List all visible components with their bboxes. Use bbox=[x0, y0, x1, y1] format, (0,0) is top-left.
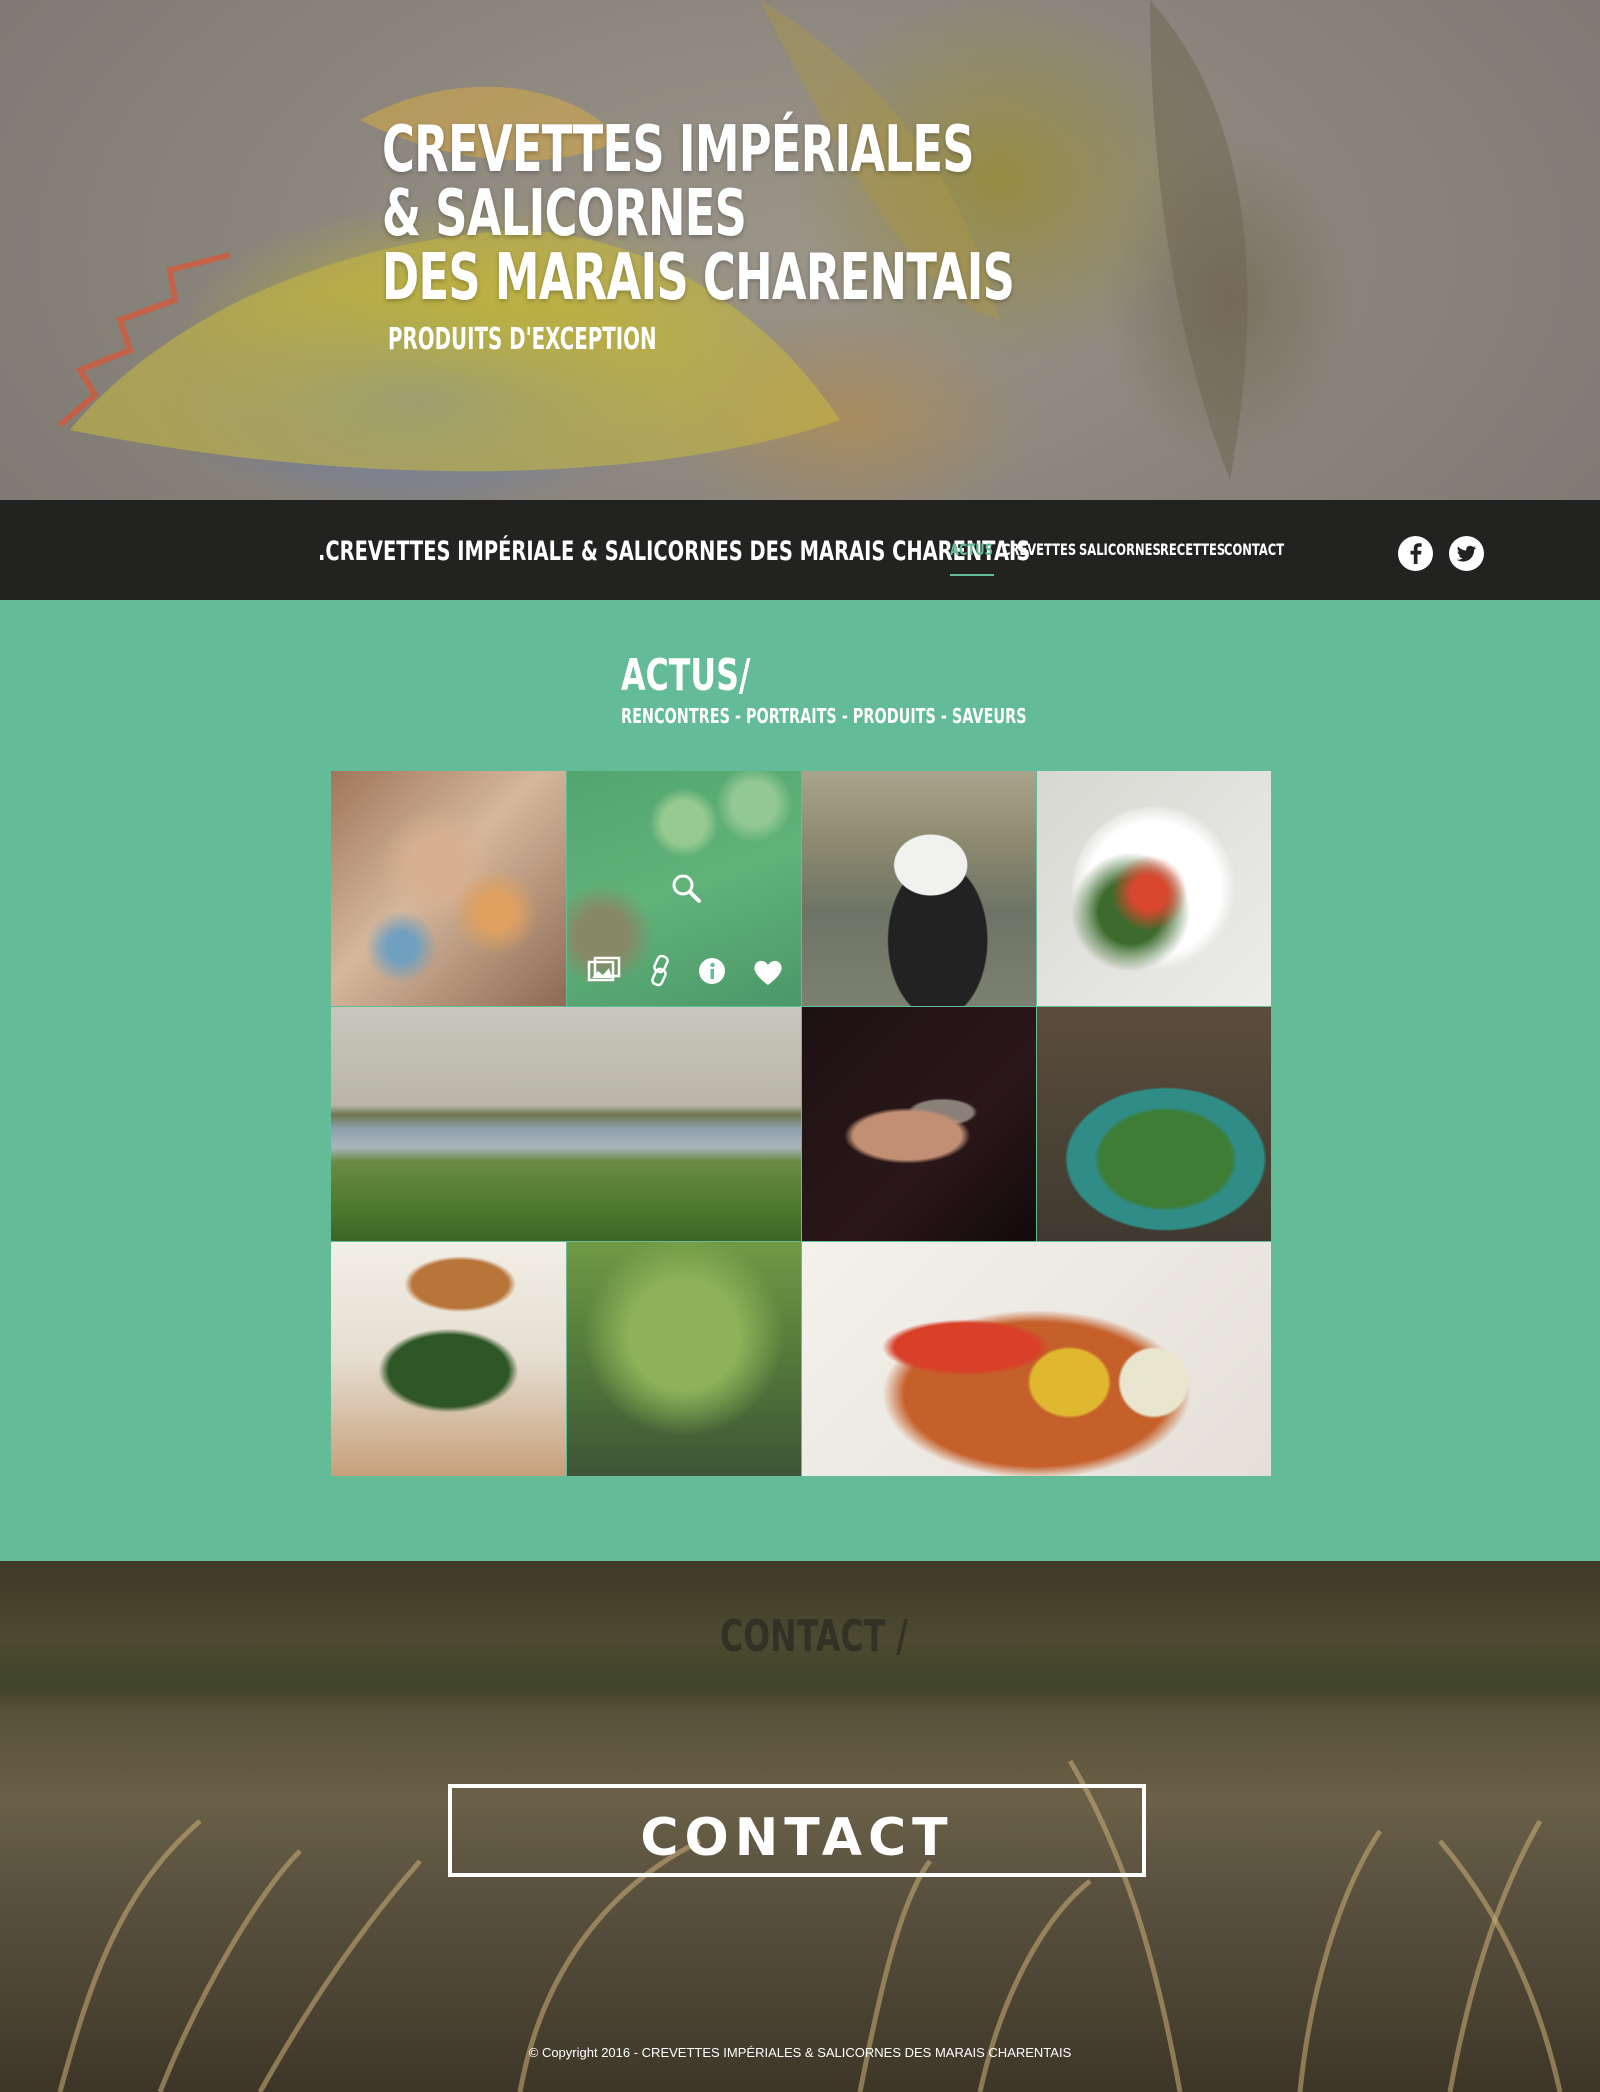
gallery-item-shrimp-in-hands[interactable] bbox=[802, 1007, 1036, 1241]
nav-item-contact[interactable]: CONTACT bbox=[1224, 540, 1284, 559]
gallery-item-salicorne-hover[interactable] bbox=[567, 771, 801, 1006]
contact-heading: CONTACT / bbox=[720, 1611, 908, 1662]
hero-banner: CREVETTES IMPÉRIALES & SALICORNES DES MA… bbox=[0, 0, 1600, 500]
gallery-icon[interactable] bbox=[587, 956, 621, 986]
zoom-icon[interactable] bbox=[669, 871, 709, 911]
nav-item-crevettes[interactable]: CREVETTES bbox=[1002, 540, 1076, 559]
twitter-icon[interactable] bbox=[1449, 536, 1484, 571]
gallery-item-fish-dish[interactable] bbox=[331, 1242, 566, 1476]
hero-title-line: & SALICORNES bbox=[382, 177, 747, 251]
nav-item-salicornes[interactable]: SALICORNES bbox=[1079, 540, 1161, 559]
info-icon[interactable] bbox=[698, 957, 726, 985]
gallery-item-shrimp-salad[interactable] bbox=[1037, 771, 1271, 1006]
contact-section: CONTACT / CONTACT © Copyright 2016 - CRE… bbox=[0, 1561, 1600, 2092]
section-subtitle: RENCONTRES - PORTRAITS - PRODUITS - SAVE… bbox=[621, 704, 1027, 728]
gallery-item-shrimp-closeup[interactable] bbox=[331, 771, 566, 1006]
link-icon[interactable] bbox=[649, 955, 673, 987]
hero-title-line: CREVETTES IMPÉRIALES bbox=[382, 113, 975, 187]
actus-section: ACTUS/ RENCONTRES - PORTRAITS - PRODUITS… bbox=[0, 600, 1600, 1561]
heart-icon[interactable] bbox=[752, 959, 784, 987]
hero-title-line: DES MARAIS CHARENTAIS bbox=[382, 241, 1015, 315]
main-menu: ACTUS CREVETTES SALICORNES RECETTES CONT… bbox=[950, 540, 1307, 559]
gallery-item-salicorne-plants[interactable] bbox=[567, 1242, 801, 1476]
main-navbar: .CREVETTES IMPÉRIALE & SALICORNES DES MA… bbox=[0, 500, 1600, 600]
nav-item-recettes[interactable]: RECETTES bbox=[1160, 540, 1225, 559]
facebook-icon[interactable] bbox=[1398, 536, 1433, 571]
nav-item-actus[interactable]: ACTUS bbox=[950, 540, 993, 559]
gallery-item-marshland[interactable] bbox=[331, 1007, 801, 1241]
section-title: ACTUS/ bbox=[621, 650, 751, 701]
hero-title: CREVETTES IMPÉRIALES & SALICORNES DES MA… bbox=[382, 113, 1015, 315]
active-nav-indicator bbox=[950, 574, 994, 576]
gallery-item-salicorne-basin[interactable] bbox=[1037, 1007, 1271, 1241]
gallery-item-fisherman[interactable] bbox=[802, 771, 1036, 1006]
contact-button-label: CONTACT bbox=[640, 1808, 954, 1868]
gallery-item-shrimp-plate[interactable] bbox=[802, 1242, 1271, 1476]
footer-copyright: © Copyright 2016 - CREVETTES IMPÉRIALES … bbox=[528, 2045, 1072, 2060]
site-brand[interactable]: .CREVETTES IMPÉRIALE & SALICORNES DES MA… bbox=[318, 536, 1030, 567]
contact-button[interactable]: CONTACT bbox=[448, 1784, 1146, 1877]
hero-subtitle: PRODUITS D'EXCEPTION bbox=[388, 322, 657, 357]
